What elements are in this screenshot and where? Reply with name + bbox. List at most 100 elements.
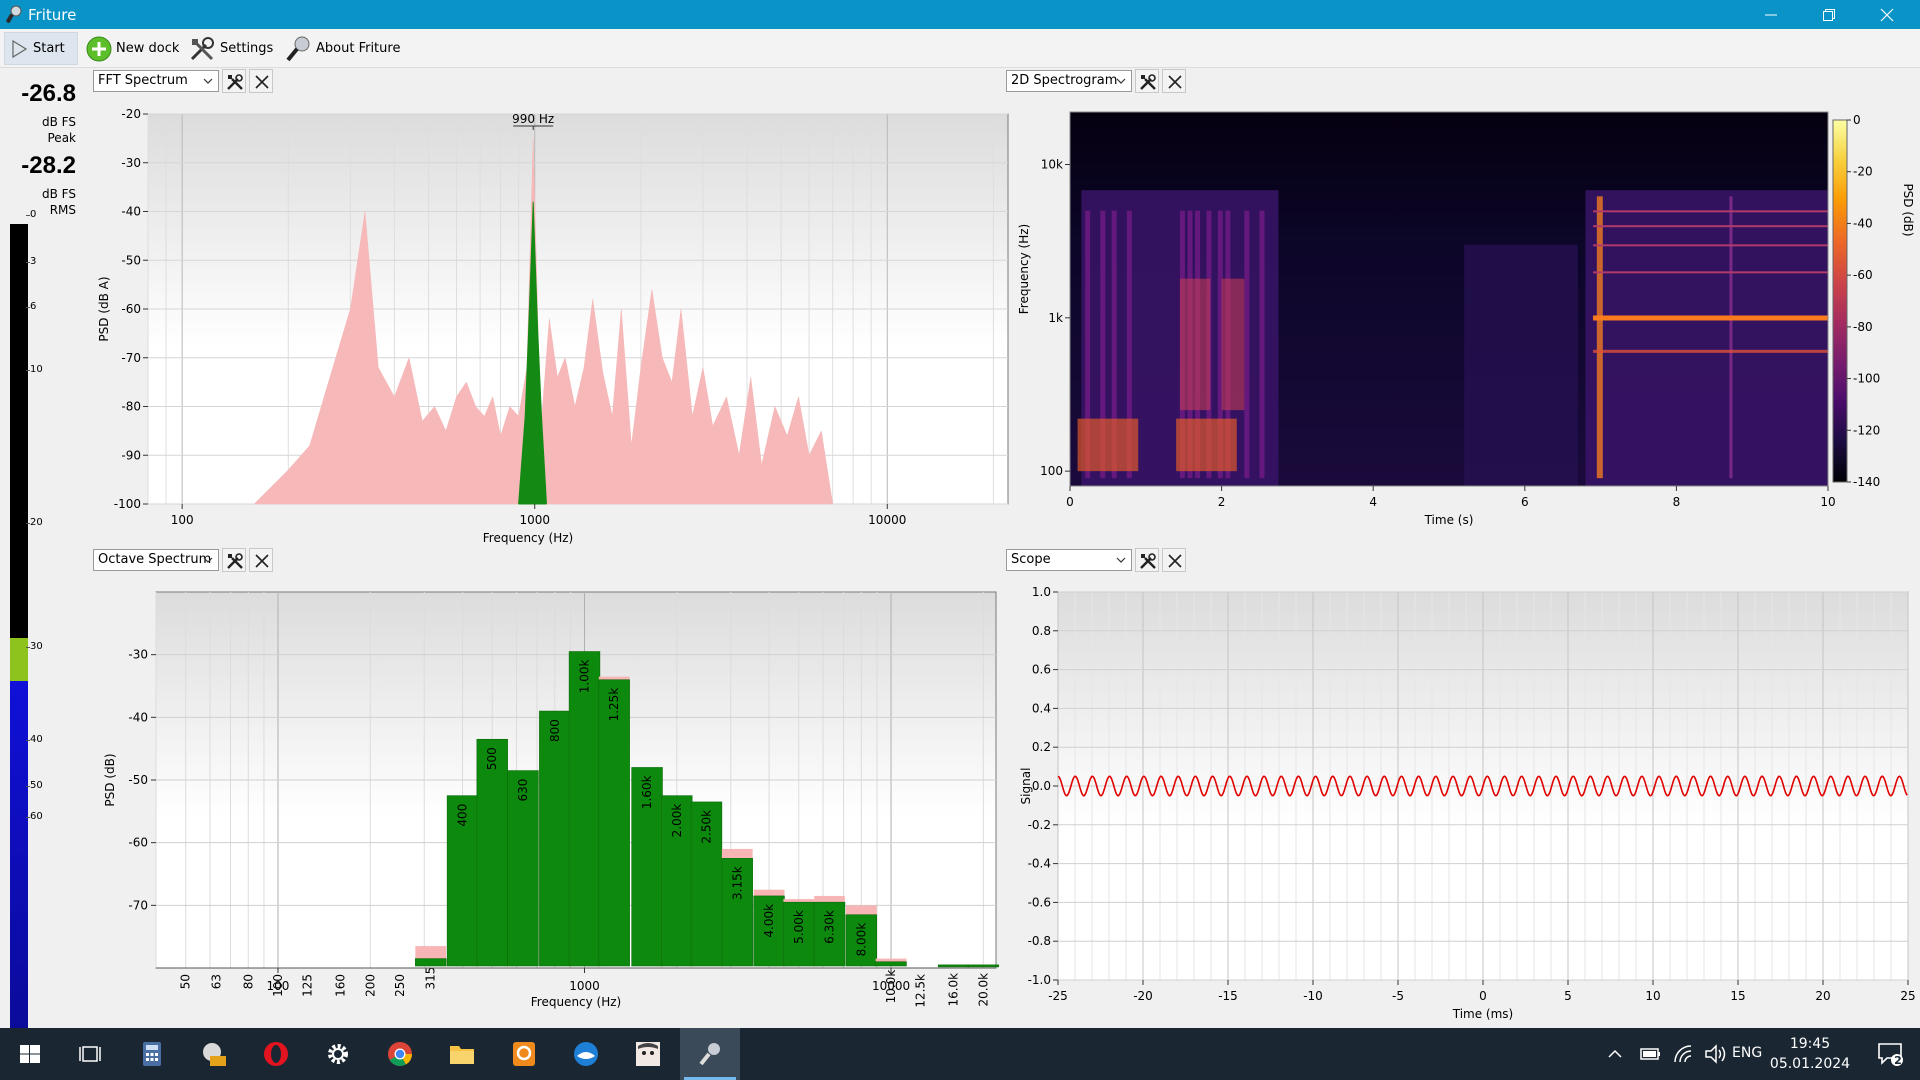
spectrogram-close-button[interactable] bbox=[1162, 69, 1186, 93]
chevron-down-icon bbox=[1116, 78, 1126, 84]
scope-plot[interactable]: 1.0 0.8 0.6 0.4 0.2 0.0 -0.2 -0.4 -0.6 -0.8 -1.0 -2… bbox=[1010, 576, 1920, 1028]
start-button[interactable]: Start bbox=[4, 32, 78, 65]
notifications-button[interactable]: 2 bbox=[1860, 1028, 1920, 1080]
meter-tick-label: 3 bbox=[30, 256, 37, 267]
spectrogram-settings-button[interactable] bbox=[1135, 69, 1159, 93]
taskbar-settings[interactable] bbox=[308, 1028, 368, 1080]
taskbar-file-explorer[interactable] bbox=[432, 1028, 492, 1080]
about-button[interactable]: About Friture bbox=[280, 32, 404, 65]
meter-tick-label: 10 bbox=[30, 364, 43, 375]
fft-spectrum-plot[interactable]: -20 -30 -40 -50 -60 -70 -80 -90 -100 100 1000 10000… bbox=[90, 98, 1010, 552]
octave-band-label: 1.60k bbox=[640, 775, 654, 809]
spectrogram-dock-selector[interactable]: 2D Spectrogram bbox=[1006, 70, 1132, 92]
oct-ytick-label: -70 bbox=[128, 898, 148, 912]
fft-dock-selector[interactable]: FFT Spectrum bbox=[93, 70, 219, 92]
taskbar-opera[interactable] bbox=[246, 1028, 306, 1080]
taskbar-calculator[interactable] bbox=[122, 1028, 182, 1080]
peak-level-fill bbox=[10, 637, 28, 681]
scope-y-axis-label: Signal bbox=[1019, 768, 1033, 805]
wifi-icon[interactable] bbox=[1672, 1044, 1694, 1064]
octave-band-label: 160 bbox=[334, 974, 348, 997]
minimize-icon bbox=[1765, 14, 1777, 16]
octave-dock-selector[interactable]: Octave Spectrum bbox=[93, 549, 219, 571]
fft-y-axis-label: PSD (dB A) bbox=[97, 276, 111, 341]
taskbar-friture[interactable] bbox=[680, 1028, 740, 1080]
tools-icon bbox=[227, 74, 243, 90]
octave-band-label: 20.0k bbox=[976, 973, 990, 1007]
spectrogram-formant bbox=[1179, 278, 1211, 411]
scope-xtick-label: 0 bbox=[1479, 989, 1487, 1003]
spec-xtick-label: 4 bbox=[1369, 495, 1377, 509]
scope-selector-label: Scope bbox=[1011, 552, 1051, 567]
taskbar-thunderbird[interactable] bbox=[556, 1028, 616, 1080]
spectrogram-dock-header: 2D Spectrogram bbox=[1006, 69, 1186, 93]
start-label: Start bbox=[33, 41, 65, 56]
meter-tick-line bbox=[26, 786, 30, 787]
settings-button[interactable]: Settings bbox=[184, 32, 277, 65]
taskbar-pdf-app[interactable] bbox=[494, 1028, 554, 1080]
anime-app-icon bbox=[636, 1042, 660, 1066]
close-icon bbox=[1168, 75, 1182, 89]
fft-ytick-label: -100 bbox=[114, 497, 141, 511]
language-indicator[interactable]: ENG bbox=[1732, 1045, 1762, 1061]
taskbar-sdb[interactable] bbox=[184, 1028, 244, 1080]
taskbar-anime-app[interactable] bbox=[618, 1028, 678, 1080]
spectrogram-formant bbox=[1244, 210, 1250, 479]
scope-xtick-label: -15 bbox=[1218, 989, 1238, 1003]
meter-tick-line bbox=[26, 307, 30, 308]
about-label: About Friture bbox=[316, 41, 401, 56]
spec-x-axis-label: Time (s) bbox=[1424, 513, 1474, 527]
octave-band-label: 2.00k bbox=[670, 804, 684, 838]
oct-xtick-label: 100 bbox=[267, 979, 290, 993]
restore-button[interactable] bbox=[1800, 0, 1858, 29]
tools-icon bbox=[190, 36, 214, 60]
meter-tick-label: 30 bbox=[30, 641, 43, 652]
scope-xtick-label: -10 bbox=[1303, 989, 1323, 1003]
colorbar-tick-label: -80 bbox=[1853, 320, 1873, 334]
task-view-button[interactable] bbox=[60, 1028, 120, 1080]
spec-xtick-label: 2 bbox=[1218, 495, 1226, 509]
minimize-button[interactable] bbox=[1742, 0, 1800, 29]
fft-close-button[interactable] bbox=[249, 69, 273, 93]
octave-band-label: 80 bbox=[241, 974, 255, 989]
microphone-icon bbox=[286, 36, 310, 61]
octave-spectrum-plot[interactable]: -30 -40 -50 -60 -70 50 63 80 100 125 160 200 250 315 4… bbox=[90, 576, 1010, 1028]
start-menu-button[interactable] bbox=[0, 1028, 60, 1080]
oct-xtick-label: 1000 bbox=[569, 979, 600, 993]
taskbar-chrome[interactable] bbox=[370, 1028, 430, 1080]
octave-band-label: 12.5k bbox=[914, 974, 928, 1008]
window-title: Friture bbox=[28, 6, 77, 24]
new-dock-button[interactable]: New dock bbox=[82, 32, 183, 65]
restore-icon bbox=[1823, 9, 1835, 21]
spec-ytick-label: 1k bbox=[1048, 311, 1063, 325]
colorbar-label: PSD (dB) bbox=[1901, 183, 1915, 236]
add-icon bbox=[86, 36, 112, 61]
spectrogram-plot[interactable]: 0 2 4 6 8 10 100 1k 10k Time (s) Frequency (Hz) 0 -2… bbox=[1010, 98, 1920, 552]
oct-x-axis-label: Frequency (Hz) bbox=[531, 995, 622, 1009]
battery-icon[interactable] bbox=[1640, 1046, 1662, 1062]
peak-label: Peak bbox=[47, 131, 77, 145]
friture-app-icon bbox=[6, 5, 22, 23]
speaker-icon[interactable] bbox=[1704, 1044, 1728, 1064]
octave-band-label: 8.00k bbox=[854, 923, 868, 957]
fft-ytick-label: -90 bbox=[121, 448, 141, 462]
scope-ytick-label: 0.6 bbox=[1032, 663, 1051, 677]
scope-dock-selector[interactable]: Scope bbox=[1006, 549, 1132, 571]
meter-tick-label: 20 bbox=[30, 517, 43, 528]
folder-icon bbox=[450, 1046, 474, 1064]
octave-band-label: 6.30k bbox=[823, 910, 837, 944]
chevron-up-icon[interactable] bbox=[1606, 1046, 1624, 1062]
spectrogram-tone-line bbox=[1593, 225, 1828, 228]
close-button[interactable] bbox=[1858, 0, 1916, 29]
taskbar-clock[interactable]: 19:45 05.01.2024 bbox=[1762, 1034, 1858, 1074]
fft-ytick-label: -60 bbox=[121, 302, 141, 316]
octave-bar bbox=[937, 964, 970, 968]
octave-bar bbox=[568, 651, 601, 967]
fft-settings-button[interactable] bbox=[222, 69, 246, 93]
octave-band-label: 1.25k bbox=[607, 688, 621, 722]
octave-band-label: 500 bbox=[485, 747, 499, 770]
thunderbird-icon bbox=[574, 1042, 598, 1066]
rms-value: -28.2 bbox=[21, 152, 76, 179]
spectrogram-tone-line bbox=[1593, 244, 1828, 247]
spec-y-axis-label: Frequency (Hz) bbox=[1017, 224, 1031, 315]
